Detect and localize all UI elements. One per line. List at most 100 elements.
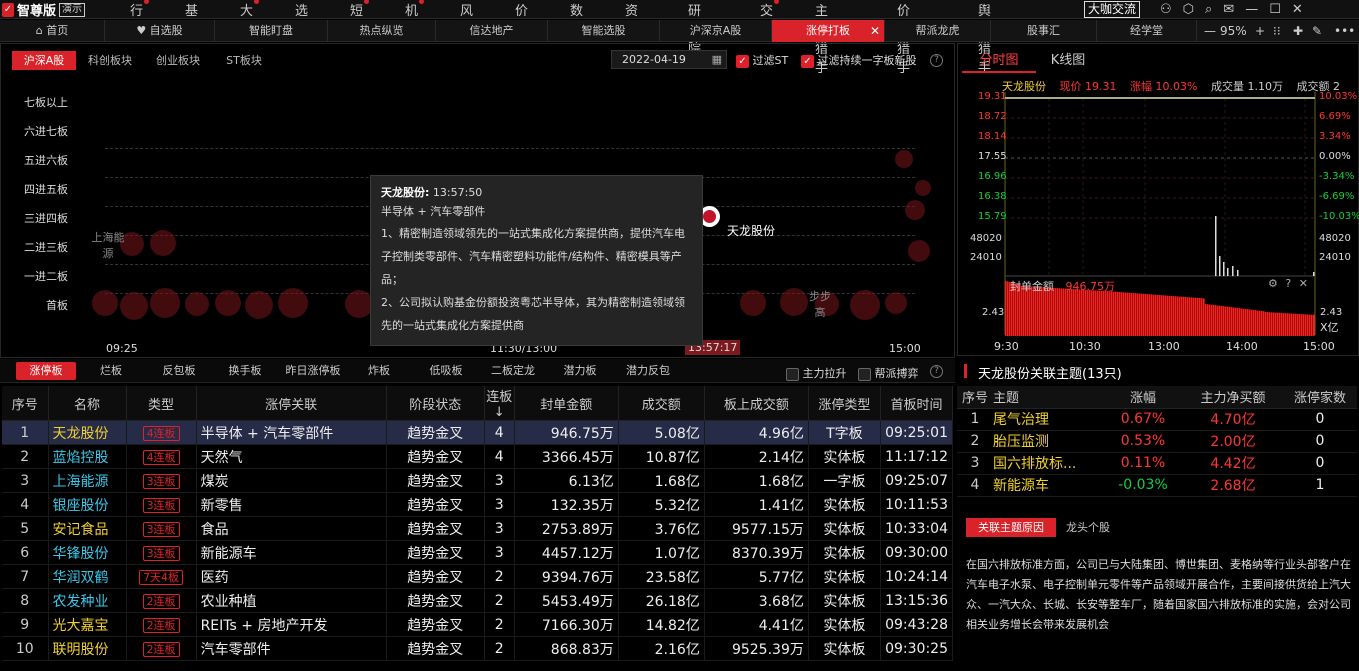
tab-classroom[interactable]: 经学堂	[1097, 20, 1197, 42]
theme-header-3[interactable]: 主力净买额	[1183, 386, 1283, 409]
theme-row[interactable]: 4 新能源车 -0.03% 2.68亿 1	[957, 474, 1357, 497]
column-header-4[interactable]: 阶段状态	[386, 386, 485, 421]
theme-header-2[interactable]: 涨幅	[1103, 386, 1183, 409]
column-header-5[interactable]: 连板↓	[484, 386, 515, 421]
checkbox-checked-icon[interactable]: ✓	[801, 54, 814, 68]
checkbox-checked-icon[interactable]: ✓	[736, 54, 749, 68]
tab-gang-dragon[interactable]: 帮派龙虎	[885, 20, 991, 42]
checkbox-icon[interactable]	[858, 367, 871, 381]
tab-smart-select[interactable]: 智能选股	[548, 20, 660, 42]
market-tab-st[interactable]: ST板块	[216, 51, 272, 70]
subtab-1[interactable]: 烂板	[94, 362, 128, 380]
filter-oneword[interactable]: ✓ 过滤持续一字板新股	[801, 52, 917, 68]
stock-bubble[interactable]	[345, 290, 373, 318]
brand[interactable]: ✓ 智尊版 演示	[2, 0, 86, 19]
subtab-8[interactable]: 潜力板	[556, 362, 604, 380]
calendar-icon[interactable]: ▦	[712, 51, 722, 68]
subtab-9[interactable]: 潜力反包	[617, 362, 679, 380]
tab-home[interactable]: ⌂ 首页	[0, 20, 105, 42]
column-header-7[interactable]: 成交额	[618, 386, 705, 421]
tab-hot-overview[interactable]: 热点纵览	[328, 20, 436, 42]
stock-bubble[interactable]	[215, 290, 241, 316]
subtab-7[interactable]: 二板定龙	[487, 362, 539, 380]
user-icon[interactable]: ⚇	[1160, 2, 1172, 17]
stock-bubble[interactable]	[850, 290, 880, 320]
date-picker[interactable]: 2022-04-19 ▦	[611, 50, 727, 69]
stock-bubble[interactable]	[780, 288, 808, 316]
column-header-6[interactable]: 封单金额	[514, 386, 619, 421]
tab-theme-reason[interactable]: 关联主题原因	[966, 518, 1056, 537]
stock-bubble[interactable]	[150, 230, 176, 256]
checkbox-icon[interactable]	[786, 367, 799, 381]
stock-bubble[interactable]	[150, 288, 180, 318]
minimize-icon[interactable]: —	[1245, 2, 1258, 17]
tab-stock-talk[interactable]: 股事汇	[991, 20, 1097, 42]
tab-xinda-realestate[interactable]: 信达地产	[436, 20, 548, 42]
subtab-0[interactable]: 涨停板	[16, 362, 76, 380]
market-tab-gem[interactable]: 创业板块	[146, 51, 210, 70]
market-tab-star[interactable]: 科创板块	[80, 51, 140, 70]
tab-limit-up[interactable]: 涨停打板 ✕	[772, 20, 885, 42]
column-header-1[interactable]: 名称	[48, 386, 127, 421]
theme-row[interactable]: 3 国六排放标... 0.11% 4.42亿 0	[957, 452, 1357, 475]
column-header-9[interactable]: 涨停类型	[808, 386, 881, 421]
stock-bubble[interactable]	[908, 240, 930, 262]
stock-bubble[interactable]	[278, 288, 308, 318]
table-row[interactable]: 6 华锋股份 3连板 新能源车 趋势金叉 3 4457.12万 1.07亿 8370.39万 实体…	[2, 540, 954, 565]
subtab-3[interactable]: 换手板	[222, 362, 268, 380]
theme-row[interactable]: 2 胎压监测 0.53% 2.00亿 0	[957, 430, 1357, 453]
expert-exchange-button[interactable]: 大咖交流	[1084, 1, 1141, 18]
stock-bubble[interactable]	[185, 292, 209, 316]
more-icon[interactable]: •••	[1334, 20, 1355, 42]
theme-row[interactable]: 1 尾气治理 0.67% 4.70亿 0	[957, 408, 1357, 431]
close-icon[interactable]: ✕	[1292, 2, 1303, 17]
theme-header-0[interactable]: 序号	[957, 386, 993, 409]
stock-bubble[interactable]	[92, 290, 118, 316]
stock-bubble[interactable]	[245, 291, 273, 319]
tab-a-shares[interactable]: 沪深京A股	[660, 20, 772, 42]
search-icon[interactable]: ⌕	[1205, 2, 1212, 17]
table-row[interactable]: 7 华润双鹤 7天4板 医药 趋势金叉 2 9394.76万 23.58亿 5.77亿 实体板 10…	[2, 564, 954, 589]
column-header-8[interactable]: 板上成交额	[704, 386, 809, 421]
tab-watchlist[interactable]: ♥ 自选股	[105, 20, 215, 42]
tab-smart-watch[interactable]: 智能盯盘	[215, 20, 328, 42]
pin-icon[interactable]: ✚	[1293, 20, 1303, 42]
stock-bubble[interactable]	[895, 150, 913, 168]
table-row[interactable]: 10 联明股份 2连板 汽车零部件 趋势金叉 2 868.83万 2.16亿 9525.39万实…	[2, 636, 954, 661]
close-tab-icon[interactable]: ✕	[870, 20, 880, 42]
zoom-out-icon[interactable]: —	[1204, 20, 1216, 42]
grid-icon[interactable]: ⁝⁝	[1273, 20, 1281, 42]
tab-kline[interactable]: K线图	[1040, 49, 1096, 73]
settings-icon[interactable]: ⚙	[1268, 277, 1278, 290]
table-row[interactable]: 9 光大嘉宝 2连板 REITs + 房地产开发 趋势金叉 2 7166.30万 14.82亿…	[2, 612, 954, 637]
stock-bubble[interactable]	[915, 180, 931, 196]
check-gang-fight[interactable]: 帮派搏弈	[858, 365, 919, 381]
stock-bubble[interactable]	[885, 292, 907, 314]
table-row[interactable]: 5 安记食品 3连板 食品 趋势金叉 3 2753.89万 3.76亿 9577.15万 实体板 1…	[2, 516, 954, 541]
theme-header-1[interactable]: 主题	[993, 386, 1103, 409]
subtab-6[interactable]: 低吸板	[420, 362, 472, 380]
tab-intraday[interactable]: 分时图	[962, 49, 1036, 73]
table-row[interactable]: 1 天龙股份 4连板 半导体 + 汽车零部件 趋势金叉 4 946.75万 5.08亿 4.96…	[2, 420, 954, 445]
table-row[interactable]: 2 蓝焰控股 4连板 天然气 趋势金叉 4 3366.45万 10.87亿 2.14亿 实体板 11…	[2, 444, 954, 469]
plus-icon[interactable]: +	[1255, 20, 1265, 42]
table-row[interactable]: 3 上海能源 3连板 煤炭 趋势金叉 3 6.13亿 1.68亿 1.68亿 一字板 09:25:0…	[2, 468, 954, 493]
maximize-icon[interactable]: ☐	[1269, 2, 1281, 17]
subtab-4[interactable]: 昨日涨停板	[280, 362, 346, 380]
filter-st[interactable]: ✓ 过滤ST	[736, 52, 788, 68]
column-header-10[interactable]: 首板时间	[880, 386, 954, 421]
theme-header-4[interactable]: 涨停家数	[1283, 386, 1357, 409]
message-icon[interactable]: ✉	[1223, 2, 1234, 17]
column-header-0[interactable]: 序号	[2, 386, 49, 421]
help-icon[interactable]: ?	[930, 54, 943, 67]
market-tab-a[interactable]: 沪深A股	[12, 51, 76, 70]
subtab-2[interactable]: 反包板	[152, 362, 206, 380]
stock-bubble[interactable]	[740, 290, 766, 316]
close-icon[interactable]: ✕	[1299, 277, 1308, 290]
cube-icon[interactable]: ⬡	[1183, 2, 1194, 17]
subtab-5[interactable]: 炸板	[360, 362, 398, 380]
stock-bubble[interactable]	[120, 292, 148, 320]
check-main-pull[interactable]: 主力拉升	[786, 365, 847, 381]
table-row[interactable]: 8 农发种业 2连板 农业种植 趋势金叉 2 5453.49万 26.18亿 3.68亿 实体板 1…	[2, 588, 954, 613]
column-header-3[interactable]: 涨停关联	[196, 386, 387, 421]
